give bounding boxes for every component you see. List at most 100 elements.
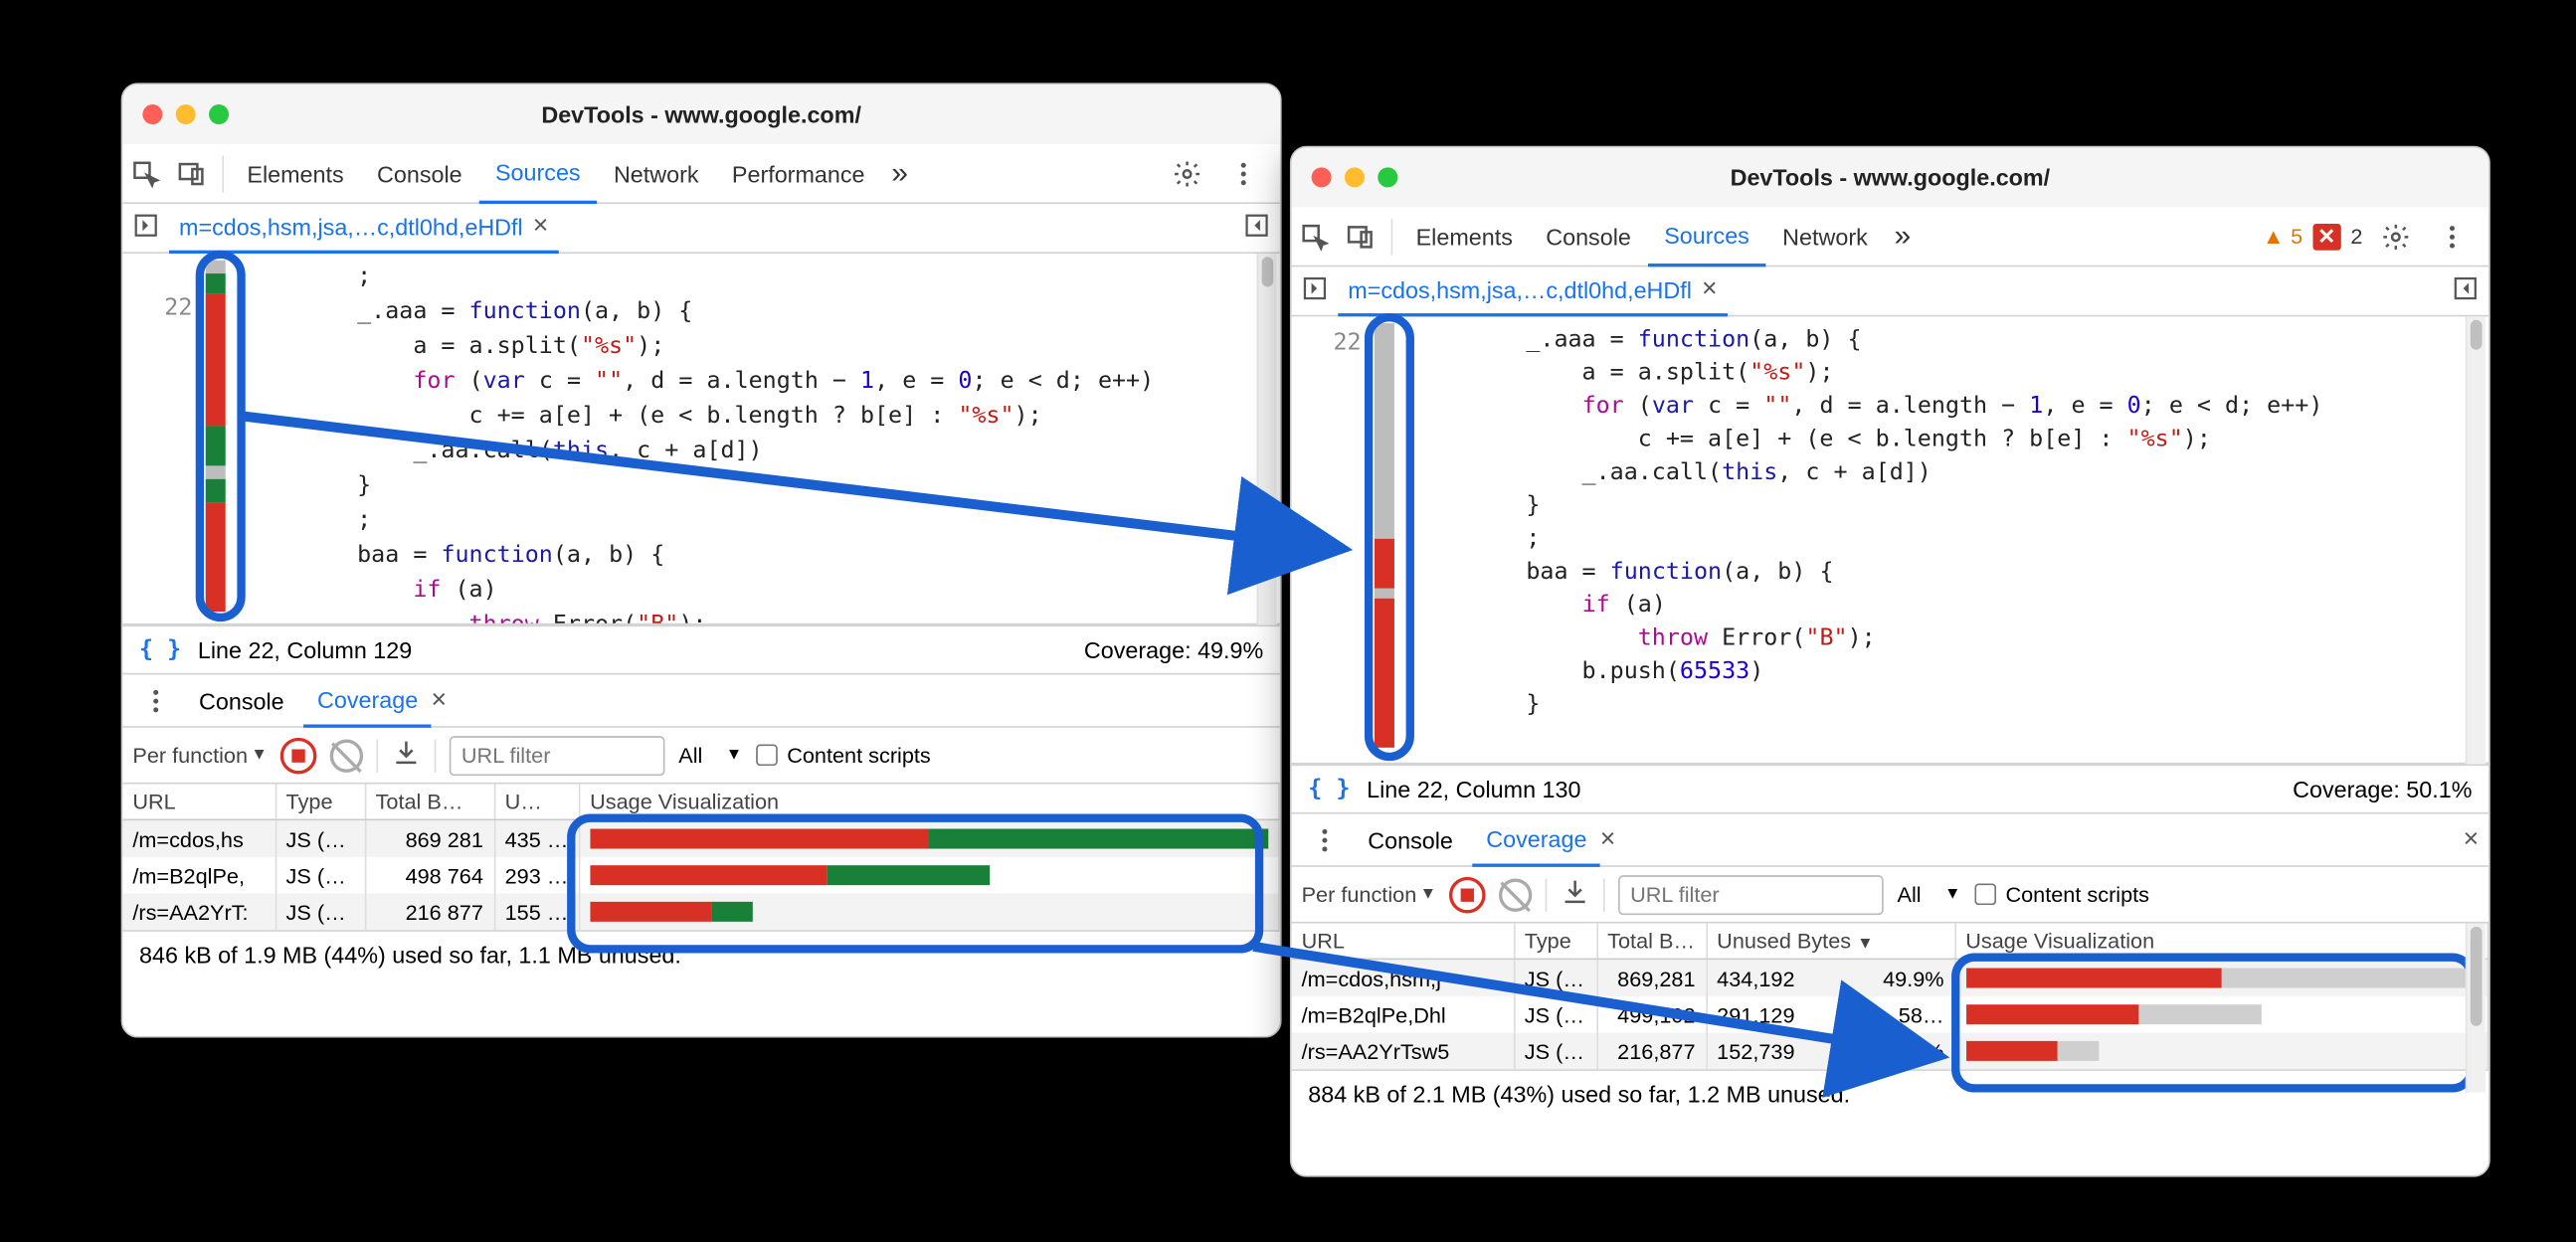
traffic-lights[interactable] (142, 104, 229, 124)
tab-performance[interactable]: Performance (715, 143, 881, 203)
show-navigator-icon[interactable] (122, 212, 169, 244)
col-url[interactable]: URL (1292, 924, 1514, 960)
drawer-tab-coverage[interactable]: Coverage (1473, 813, 1600, 866)
editor-scrollbar[interactable] (1257, 254, 1277, 624)
clear-button-icon[interactable] (330, 739, 363, 772)
export-icon[interactable] (1561, 877, 1590, 912)
editor-scrollbar[interactable] (2466, 316, 2485, 764)
code-editor[interactable]: 22 ; _.aaa = function(a, b) { a = a.spli… (122, 254, 1280, 624)
type-filter-select[interactable]: All▼ (678, 743, 742, 768)
per-function-select[interactable]: Per function▼ (1302, 882, 1436, 907)
error-badge[interactable]: ✕2 (2312, 223, 2362, 250)
pretty-print-icon[interactable]: { } (139, 636, 181, 663)
device-toggle-icon[interactable] (1338, 213, 1384, 260)
coverage-table[interactable]: URL Type Total B… Unused Bytes ▼ Usage V… (1292, 924, 2489, 1070)
table-header[interactable]: URL Type Total B… Unused Bytes ▼ Usage V… (1292, 924, 2488, 960)
minimize-window-icon[interactable] (176, 104, 196, 124)
more-tabs-icon[interactable]: » (1884, 219, 1921, 254)
drawer-menu-icon[interactable] (1302, 816, 1349, 863)
close-drawer-icon[interactable]: × (2464, 824, 2480, 854)
tab-console[interactable]: Console (360, 143, 478, 203)
table-row[interactable]: /m=cdos,hsm,jJS (… 869,281 434,19249.9% (1292, 959, 2488, 996)
close-file-tab-icon[interactable]: × (533, 212, 549, 242)
col-unused[interactable]: U… (494, 784, 580, 819)
table-header[interactable]: URL Type Total B… U… Usage Visualization (122, 784, 1279, 819)
window-title: DevTools - www.google.com/ (122, 101, 1280, 128)
export-icon[interactable] (392, 738, 422, 773)
table-scrollbar[interactable] (2466, 924, 2485, 1093)
tab-sources[interactable]: Sources (1648, 207, 1766, 266)
url-filter-input[interactable] (450, 735, 665, 775)
editor-gutter: 22 (122, 254, 199, 623)
zoom-window-icon[interactable] (209, 104, 229, 124)
show-debugger-icon[interactable] (1233, 212, 1280, 244)
titlebar: DevTools - www.google.com/ (122, 85, 1280, 144)
kebab-menu-icon[interactable] (2429, 213, 2476, 260)
inspect-icon[interactable] (1292, 213, 1339, 260)
coverage-summary: 884 kB of 2.1 MB (43%) used so far, 1.2 … (1292, 1069, 2489, 1117)
tab-network[interactable]: Network (597, 143, 715, 203)
warning-badge[interactable]: ▲5 (2263, 224, 2302, 249)
record-button-icon[interactable] (1449, 876, 1486, 913)
content-scripts-checkbox[interactable]: Content scripts (1974, 882, 2149, 907)
tab-console[interactable]: Console (1530, 207, 1648, 266)
type-filter-select[interactable]: All▼ (1898, 882, 1961, 907)
coverage-gutter (1368, 316, 1400, 762)
drawer-tab-coverage[interactable]: Coverage (304, 674, 432, 727)
code-editor[interactable]: 22 _.aaa = function(a, b) { a = a.split(… (1292, 316, 2489, 764)
close-tab-icon[interactable]: × (1600, 824, 1616, 854)
tab-network[interactable]: Network (1766, 207, 1885, 266)
drawer-menu-icon[interactable] (132, 677, 179, 724)
coverage-percent: Coverage: 49.9% (1084, 636, 1263, 663)
file-tab-strip: m=cdos,hsm,jsa,…c,dtl0hd,eHDfl × (1292, 266, 2489, 316)
close-window-icon[interactable] (1312, 167, 1332, 187)
device-toggle-icon[interactable] (169, 150, 216, 197)
col-type[interactable]: Type (1514, 924, 1596, 960)
record-button-icon[interactable] (280, 737, 317, 774)
pretty-print-icon[interactable]: { } (1308, 776, 1350, 802)
col-unused[interactable]: Unused Bytes ▼ (1706, 924, 1954, 960)
close-tab-icon[interactable]: × (432, 685, 448, 715)
code-content: _.aaa = function(a, b) { a = a.split("%s… (1401, 316, 2489, 762)
table-row[interactable]: /m=B2qlPe,JS (… 498 764293 … (122, 857, 1279, 894)
table-row[interactable]: /rs=AA2YrTsw5JS (… 216,877 152,73970.4% (1292, 1033, 2488, 1070)
editor-gutter: 22 (1292, 316, 1369, 762)
file-tab[interactable]: m=cdos,hsm,jsa,…c,dtl0hd,eHDfl × (169, 203, 558, 253)
settings-gear-icon[interactable] (1164, 150, 1210, 197)
drawer-tab-console[interactable]: Console (1355, 813, 1466, 866)
col-type[interactable]: Type (276, 784, 365, 819)
col-visualization[interactable]: Usage Visualization (579, 784, 1279, 819)
cursor-position: Line 22, Column 130 (1367, 776, 1580, 802)
per-function-select[interactable]: Per function▼ (132, 743, 267, 768)
minimize-window-icon[interactable] (1345, 167, 1365, 187)
traffic-lights[interactable] (1312, 167, 1398, 187)
file-tab-strip: m=cdos,hsm,jsa,…c,dtl0hd,eHDfl × (122, 204, 1280, 254)
file-tab-label: m=cdos,hsm,jsa,…c,dtl0hd,eHDfl (179, 213, 523, 240)
drawer-tab-console[interactable]: Console (186, 674, 297, 727)
tab-sources[interactable]: Sources (478, 143, 597, 203)
close-file-tab-icon[interactable]: × (1702, 274, 1718, 304)
table-row[interactable]: /rs=AA2YrT:JS (… 216 877155 … (122, 894, 1279, 931)
close-window-icon[interactable] (142, 104, 162, 124)
show-navigator-icon[interactable] (1292, 275, 1339, 307)
content-scripts-checkbox[interactable]: Content scripts (756, 743, 931, 768)
tab-elements[interactable]: Elements (1399, 207, 1530, 266)
settings-gear-icon[interactable] (2372, 213, 2419, 260)
titlebar: DevTools - www.google.com/ (1292, 147, 2489, 207)
table-row[interactable]: /m=cdos,hsJS (… 869 281435 … (122, 819, 1279, 857)
col-visualization[interactable]: Usage Visualization (1954, 924, 2487, 960)
more-tabs-icon[interactable]: » (881, 156, 918, 191)
show-debugger-icon[interactable] (2442, 275, 2488, 307)
col-total[interactable]: Total B… (1596, 924, 1706, 960)
zoom-window-icon[interactable] (1378, 167, 1397, 187)
table-row[interactable]: /m=B2qlPe,DhlJS (… 499,102 291,12958… (1292, 996, 2488, 1033)
coverage-table[interactable]: URL Type Total B… U… Usage Visualization… (122, 784, 1280, 930)
url-filter-input[interactable] (1618, 874, 1884, 914)
file-tab[interactable]: m=cdos,hsm,jsa,…c,dtl0hd,eHDfl × (1338, 266, 1727, 316)
kebab-menu-icon[interactable] (1220, 150, 1267, 197)
clear-button-icon[interactable] (1499, 878, 1532, 911)
col-url[interactable]: URL (122, 784, 275, 819)
tab-elements[interactable]: Elements (231, 143, 361, 203)
inspect-icon[interactable] (122, 150, 169, 197)
col-total[interactable]: Total B… (365, 784, 494, 819)
